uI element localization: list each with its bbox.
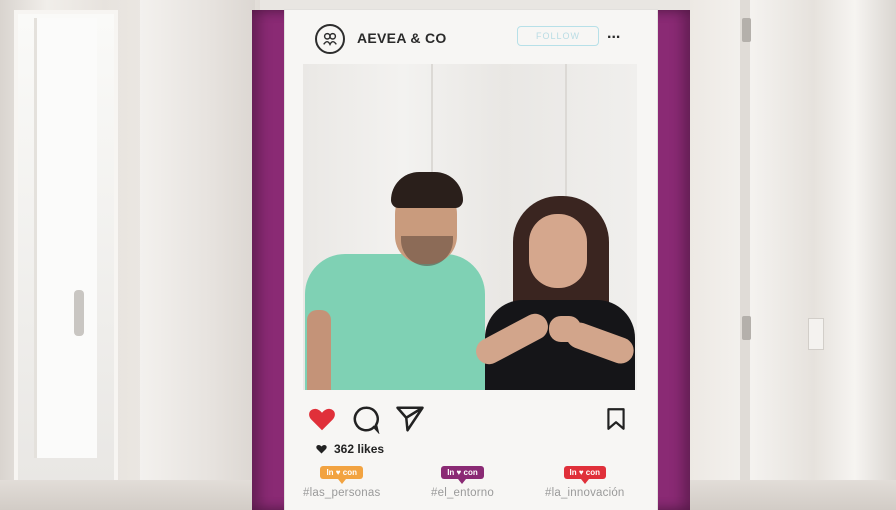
hashtag-tag[interactable]: In ♥ con #la_innovación <box>545 466 625 499</box>
hashtag-text: #las_personas <box>303 487 381 499</box>
heart-icon[interactable] <box>307 404 337 434</box>
people-logo-icon <box>315 24 345 54</box>
follow-button[interactable]: FOLLOW <box>517 26 599 46</box>
photo-scene: AEVEA & CO FOLLOW ... 362 likes In ♥ con… <box>0 0 896 510</box>
small-heart-icon <box>316 444 327 454</box>
right-wall <box>690 0 896 510</box>
in-love-con-badge: In ♥ con <box>441 466 484 484</box>
right-door-frame <box>740 0 750 510</box>
post-photo <box>303 64 637 390</box>
more-options-icon[interactable]: ... <box>607 26 620 42</box>
door-hinge <box>742 316 751 340</box>
send-icon[interactable] <box>395 404 425 434</box>
woman-face <box>529 214 587 288</box>
instagram-frame-card: AEVEA & CO FOLLOW ... 362 likes In ♥ con… <box>285 10 657 510</box>
hashtag-tag[interactable]: In ♥ con #las_personas <box>303 466 380 499</box>
man-polo-shirt <box>305 254 485 390</box>
in-love-con-badge: In ♥ con <box>563 466 607 484</box>
comment-icon[interactable] <box>351 404 381 435</box>
post-header: AEVEA & CO FOLLOW ... <box>285 10 657 62</box>
likes-count: 362 likes <box>315 442 384 456</box>
door-hinge <box>742 18 751 42</box>
left-door <box>140 0 255 510</box>
in-love-con-badge: In ♥ con <box>320 466 363 484</box>
heart-hands-gesture <box>549 316 581 342</box>
window-handle <box>74 290 84 336</box>
hashtag-tag[interactable]: In ♥ con #el_entorno <box>431 466 494 499</box>
likes-label: 362 likes <box>334 442 385 456</box>
hashtag-text: #el_entorno <box>431 487 494 499</box>
light-switch <box>808 318 824 350</box>
bookmark-icon[interactable] <box>603 404 629 434</box>
post-actions <box>305 404 637 438</box>
profile-name: AEVEA & CO <box>357 30 447 46</box>
man-hair <box>391 172 463 208</box>
window-pane <box>34 18 97 458</box>
man-arm <box>307 310 331 390</box>
hashtag-text: #la_innovación <box>545 487 625 499</box>
